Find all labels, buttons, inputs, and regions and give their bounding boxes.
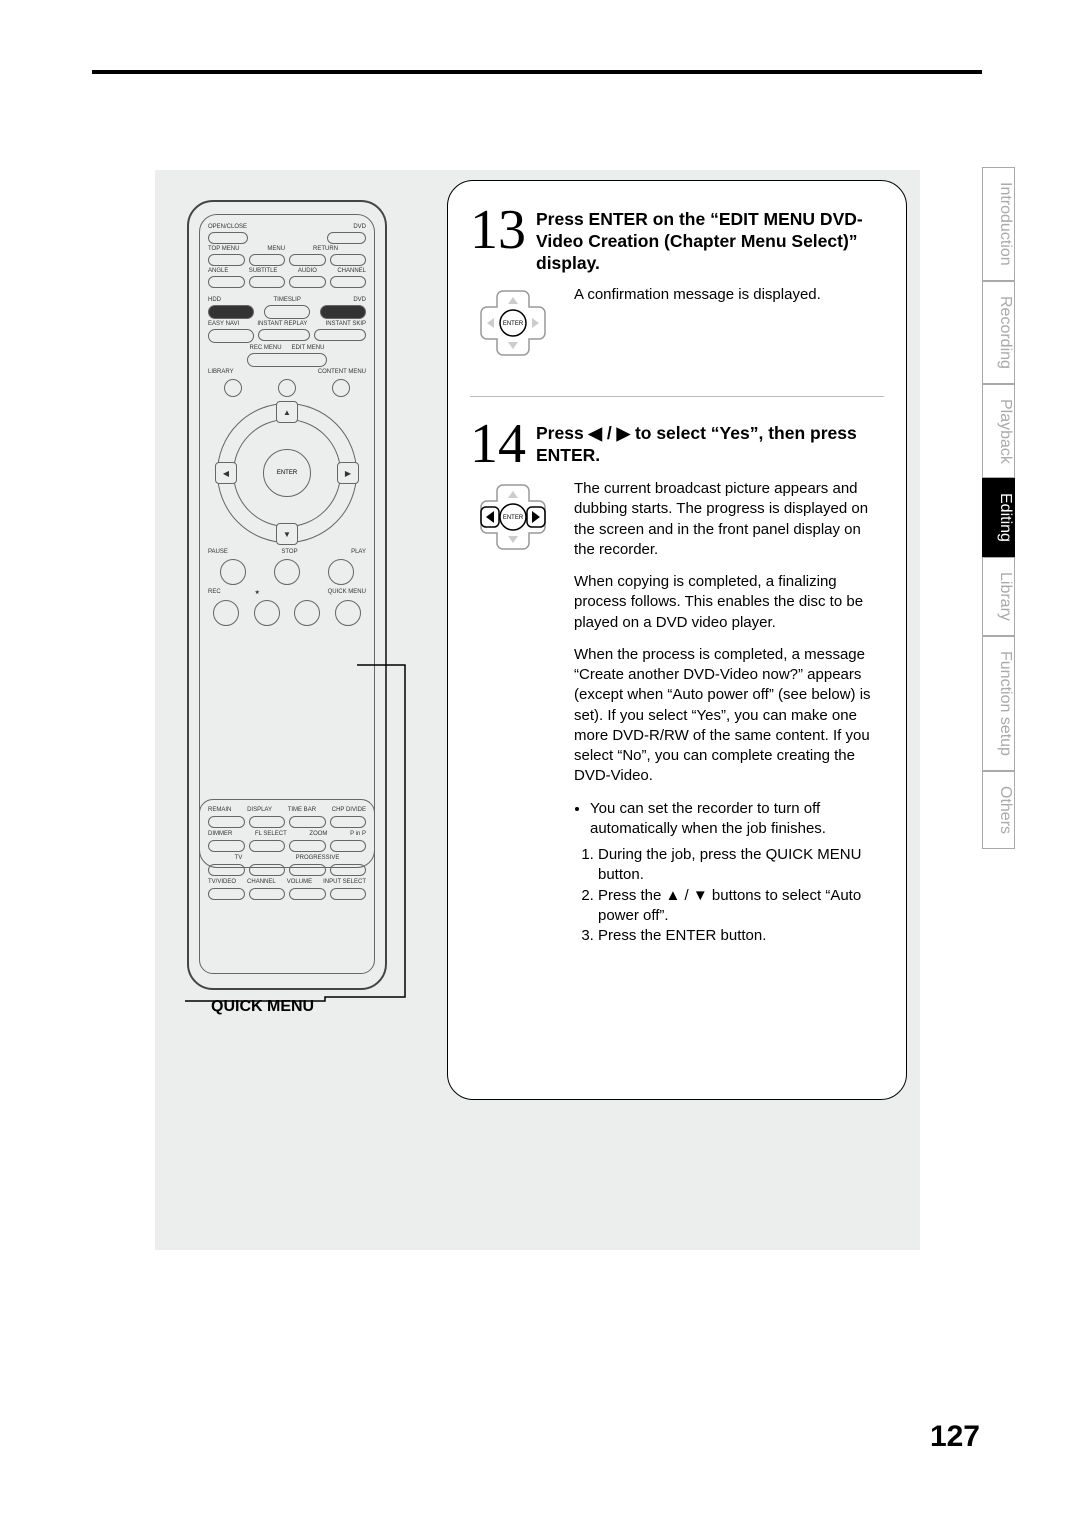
remote-topmenu: TOP MENU: [208, 246, 239, 252]
step-13-title: Press ENTER on the “EDIT MENU DVD-Video …: [536, 209, 884, 275]
step-14: 14 Press ◀ / ▶ to select “Yes”, then pre…: [470, 419, 884, 469]
step-14-p2: When copying is completed, a finalizing …: [574, 572, 884, 633]
remote-enter-button: ENTER: [263, 449, 311, 497]
remote-quickmenu: QUICK MENU: [328, 589, 366, 596]
instruction-panel: 13 Press ENTER on the “EDIT MENU DVD-Vid…: [447, 180, 907, 1100]
remote-channel: CHANNEL: [337, 268, 366, 274]
remote-rec: REC: [208, 589, 221, 596]
tab-playback: Playback: [982, 384, 1015, 479]
step-14-ol3: Press the ENTER button.: [598, 926, 884, 946]
dpad-enter-only-icon: ENTER: [470, 285, 556, 370]
remote-progressive: PROGRESSIVE: [296, 855, 340, 861]
remote-lower-block: REMAIN DISPLAY TIME BAR CHP DIVIDE DIMMER FL…: [199, 799, 375, 974]
tab-recording: Recording: [982, 281, 1015, 384]
remote-stop: STOP: [281, 549, 297, 555]
remote-zoom: ZOOM: [309, 831, 327, 837]
remote-menu: MENU: [267, 246, 285, 252]
step-14-number: 14: [470, 419, 526, 469]
remote-display: DISPLAY: [247, 807, 272, 813]
step-14-title: Press ◀ / ▶ to select “Yes”, then press …: [536, 423, 884, 467]
remote-nav-pad: ▲ ▼ ▶ ◀ ENTER: [217, 403, 357, 543]
dpad-lr-enter-icon: ENTER: [470, 479, 556, 564]
dpad-enter-label: ENTER: [503, 321, 524, 327]
step-14-p1: The current broadcast picture appears an…: [574, 479, 884, 560]
remote-easynavi: EASY NAVI: [208, 321, 239, 327]
remote-editmenu: EDIT MENU: [292, 345, 325, 351]
remote-instantskip: INSTANT SKIP: [326, 321, 366, 327]
tab-function-setup: Function setup: [982, 636, 1015, 771]
tab-others: Others: [982, 771, 1015, 849]
remote-contentmenu: CONTENT MENU: [318, 369, 366, 375]
step-13: 13 Press ENTER on the “EDIT MENU DVD-Vid…: [470, 205, 884, 275]
remote-dvd-label: DVD: [353, 224, 366, 230]
step-separator: [470, 396, 884, 397]
remote-play: PLAY: [351, 549, 366, 555]
dpad-enter-label-2: ENTER: [503, 515, 524, 521]
step-14-bullet: You can set the recorder to turn off aut…: [590, 799, 884, 840]
remote-instantreplay: INSTANT REPLAY: [257, 321, 307, 327]
remote-volume: VOLUME: [287, 879, 312, 885]
remote-channel2: CHANNEL: [247, 879, 276, 885]
tab-editing: Editing: [982, 478, 1015, 557]
remote-timebar: TIME BAR: [288, 807, 316, 813]
remote-library: LIBRARY: [208, 369, 234, 375]
remote-angle: ANGLE: [208, 268, 228, 274]
page-number: 127: [930, 1420, 980, 1454]
left-arrow-icon: ◀: [589, 423, 602, 443]
remote-pause: PAUSE: [208, 549, 228, 555]
remote-open-close: OPEN/CLOSE: [208, 224, 247, 230]
remote-pinp: P in P: [350, 831, 366, 837]
right-arrow-icon: ▶: [617, 423, 630, 443]
remote-star: ★: [255, 589, 260, 596]
remote-timeslip: TIMESLIP: [273, 297, 300, 303]
remote-chpdivide: CHP DIVIDE: [332, 807, 366, 813]
step-13-body: A confirmation message is displayed.: [574, 285, 821, 305]
up-arrow-icon: ▲: [666, 887, 681, 904]
tab-introduction: Introduction: [982, 167, 1015, 281]
remote-dvd2: DVD: [353, 297, 366, 303]
top-horizontal-rule: [92, 70, 982, 74]
remote-return: RETURN: [313, 246, 338, 252]
remote-tv: TV: [235, 855, 243, 861]
remote-hdd: HDD: [208, 297, 221, 303]
remote-inputselect: INPUT SELECT: [323, 879, 366, 885]
step-14-ol2: Press the ▲ / ▼ buttons to select “Auto …: [598, 886, 884, 927]
remote-tvvideo: TV/VIDEO: [208, 879, 236, 885]
section-tabs: Introduction Recording Playback Editing …: [982, 167, 1015, 849]
step-13-number: 13: [470, 205, 526, 255]
remote-subtitle: SUBTITLE: [249, 268, 278, 274]
remote-dimmer: DIMMER: [208, 831, 232, 837]
remote-audio: AUDIO: [298, 268, 317, 274]
remote-illustration: OPEN/CLOSE DVD TOP MENU MENU RETURN ANGLE SU…: [187, 200, 397, 990]
step-14-p3: When the process is completed, a message…: [574, 645, 884, 787]
quick-menu-callout: QUICK MENU: [211, 998, 314, 1016]
step-14-ol1: During the job, press the QUICK MENU but…: [598, 845, 884, 886]
tab-library: Library: [982, 557, 1015, 636]
remote-flselect: FL SELECT: [255, 831, 287, 837]
remote-remain: REMAIN: [208, 807, 231, 813]
down-arrow-icon: ▼: [693, 887, 708, 904]
remote-recmenu: REC MENU: [250, 345, 282, 351]
